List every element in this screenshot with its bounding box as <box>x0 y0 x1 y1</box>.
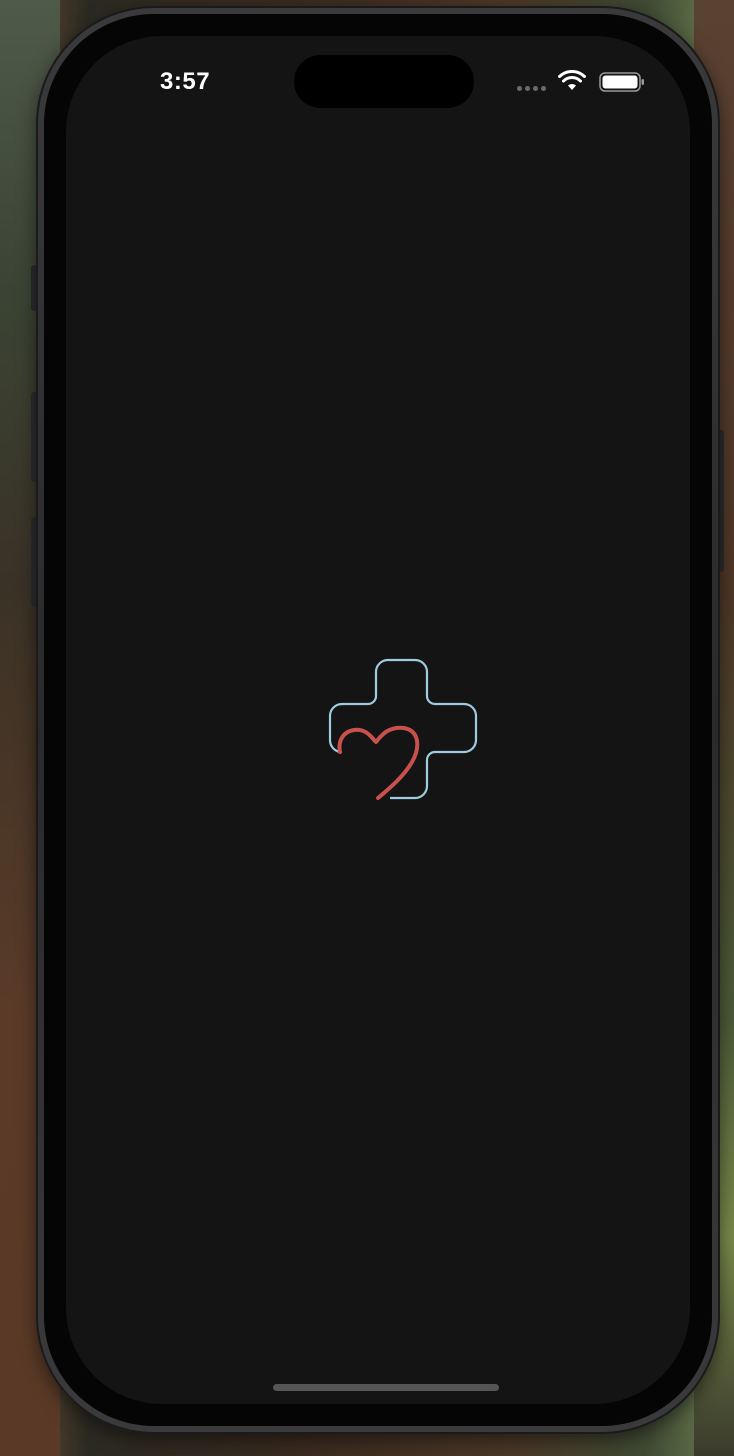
medical-cross-heart-logo <box>328 658 478 800</box>
phone-bezel: 3:57 <box>44 14 712 1426</box>
phone-frame: 3:57 <box>36 6 720 1434</box>
battery-icon <box>599 72 644 92</box>
wifi-icon <box>558 70 586 90</box>
status-time: 3:57 <box>160 68 211 95</box>
desktop-background: 3:57 <box>0 0 734 1456</box>
dynamic-island <box>294 55 474 108</box>
home-indicator[interactable] <box>273 1384 499 1391</box>
cellular-signal-icon <box>517 86 549 92</box>
app-screen: 3:57 <box>66 36 690 1404</box>
